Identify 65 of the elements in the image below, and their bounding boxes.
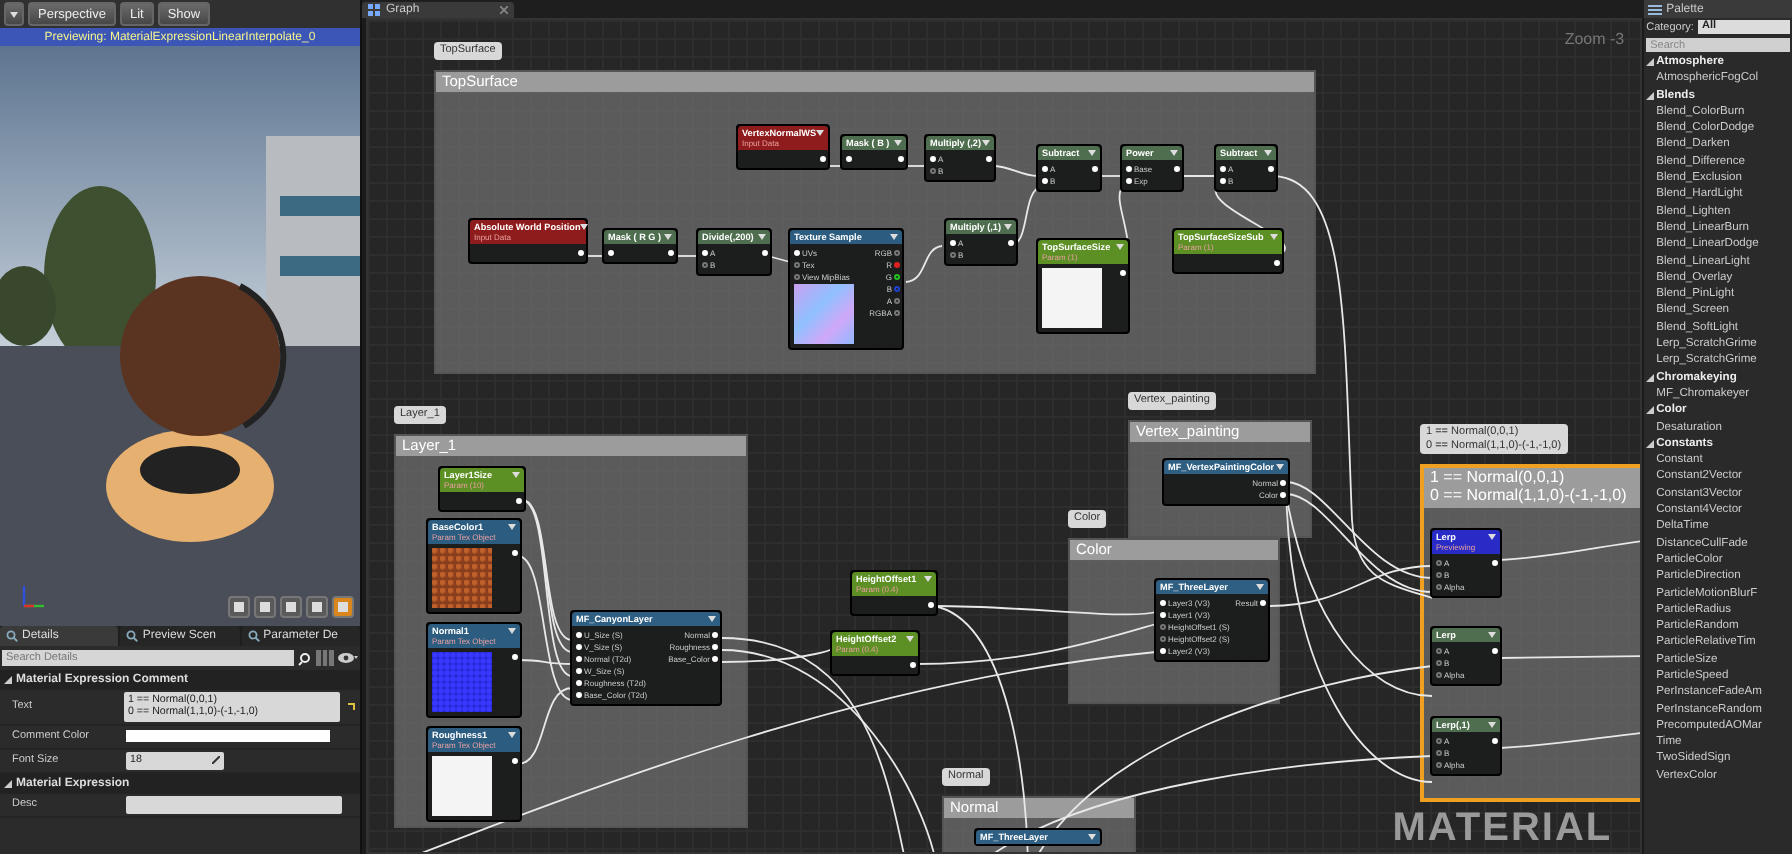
expand-triangle-icon[interactable]: [4, 779, 12, 788]
preview-shape-button[interactable]: [228, 596, 250, 618]
caret-icon: [1488, 632, 1496, 638]
preview-shape-button[interactable]: [332, 596, 354, 618]
caret-icon: [982, 140, 990, 146]
texture-thumbnail: [432, 652, 492, 712]
zoom-level: Zoom -3: [1564, 30, 1625, 48]
axis-icon: [20, 582, 48, 610]
expand-triangle-icon[interactable]: [1646, 373, 1655, 382]
caret-icon: [894, 140, 902, 146]
caret-icon: [816, 130, 825, 136]
caret-icon: [1256, 584, 1264, 590]
search-icon[interactable]: [298, 651, 312, 665]
caret-icon: [10, 12, 18, 18]
list-icon: [1648, 3, 1663, 15]
expand-triangle-icon[interactable]: [1646, 406, 1655, 415]
caret-icon: [512, 472, 520, 478]
connection-wire: [1013, 187, 1039, 245]
magnifier-icon: [126, 630, 139, 642]
texture-thumbnail: [432, 548, 492, 608]
preview-shape-button[interactable]: [306, 596, 328, 618]
connection-wire: [1499, 731, 1641, 749]
caret-icon: [508, 732, 516, 738]
connection-wire: [1499, 655, 1641, 659]
caret-icon: [924, 576, 932, 582]
expand-triangle-icon[interactable]: [1646, 58, 1655, 67]
texture-thumbnail: [794, 284, 854, 344]
caret-icon: [580, 224, 589, 230]
preview-shape-button[interactable]: [280, 596, 302, 618]
expand-triangle-icon[interactable]: [4, 676, 12, 684]
grid-icon: [368, 4, 380, 16]
caret-icon: [1088, 834, 1096, 840]
eye-icon[interactable]: [338, 652, 358, 664]
connection-wire: [905, 245, 943, 283]
graph-type-label: MATERIAL: [1392, 808, 1613, 848]
magnifier-icon: [247, 630, 260, 642]
texture-thumbnail: [1042, 268, 1102, 328]
viewport-menu-button[interactable]: [4, 2, 24, 26]
comment-title: 1 == Normal(0,0,1) 0 == Normal(1,1,0)-(-1,-1,0): [1424, 468, 1641, 508]
caret-icon: [1270, 234, 1278, 240]
caret-icon: [664, 234, 672, 240]
caret-icon: [1488, 722, 1496, 728]
pin-icon[interactable]: [894, 274, 900, 280]
caret-icon: [1170, 150, 1178, 156]
texture-thumbnail: [432, 756, 492, 816]
connection-wire: [1499, 539, 1641, 561]
text-field[interactable]: [126, 795, 342, 814]
caret-icon: [508, 628, 516, 634]
caret-icon: [1488, 534, 1496, 540]
caret-icon: [708, 616, 716, 622]
preview-shape-button[interactable]: [254, 596, 276, 618]
caret-icon: [758, 234, 766, 240]
expand-triangle-icon[interactable]: [1646, 439, 1655, 448]
caret-icon: [508, 524, 516, 530]
expand-triangle-icon[interactable]: [1646, 91, 1655, 100]
caret-icon: [1116, 244, 1124, 250]
caret-icon: [1264, 150, 1272, 156]
caret-icon: [1004, 224, 1012, 230]
close-icon[interactable]: [500, 6, 508, 14]
caret-icon: [1276, 464, 1284, 470]
caret-icon: [1088, 150, 1096, 156]
color-swatch[interactable]: [126, 730, 330, 743]
caret-icon: [890, 234, 898, 240]
magnifier-icon: [6, 630, 18, 642]
caret-icon: [906, 636, 914, 642]
